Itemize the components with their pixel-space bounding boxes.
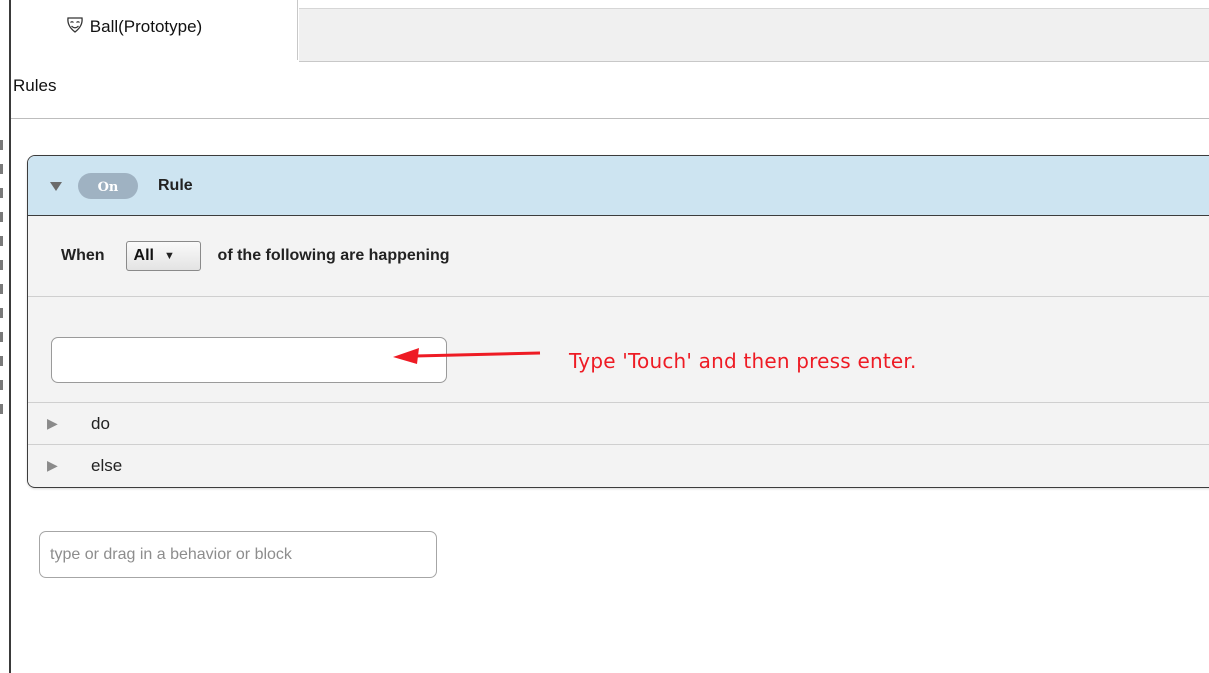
- rule-title: Rule: [158, 176, 193, 194]
- condition-input[interactable]: [51, 337, 447, 383]
- panel-left-border: [9, 0, 11, 673]
- condition-header: When All ▼ of the following are happenin…: [28, 216, 1209, 297]
- section-title: Rules: [13, 76, 57, 95]
- else-label: else: [91, 455, 123, 475]
- tab-label: Ball(Prototype): [89, 17, 203, 36]
- else-section[interactable]: ▶ else: [28, 444, 1209, 486]
- splitter-grip[interactable]: [0, 140, 3, 420]
- add-behavior-input[interactable]: [39, 531, 437, 578]
- annotation-arrow-icon: [393, 348, 541, 364]
- do-label: do: [91, 413, 110, 433]
- tab-bar-empty-area: [299, 8, 1209, 62]
- mask-icon: [66, 16, 84, 39]
- condition-area: Type 'Touch' and then press enter.: [28, 297, 1209, 402]
- when-suffix-label: of the following are happening: [217, 247, 450, 264]
- triangle-down-icon[interactable]: [49, 179, 63, 193]
- when-label: When: [61, 247, 105, 264]
- tab-ball-prototype[interactable]: Ball(Prototype): [11, 0, 298, 60]
- triangle-right-icon[interactable]: ▶: [47, 457, 61, 474]
- triangle-right-icon[interactable]: ▶: [47, 415, 61, 432]
- match-mode-value: All: [133, 247, 154, 264]
- annotation-text: Type 'Touch' and then press enter.: [569, 349, 917, 373]
- rule-card: On Rule When All ▼ of the following are …: [27, 155, 1209, 488]
- do-section[interactable]: ▶ do: [28, 402, 1209, 444]
- rule-header: On Rule: [28, 156, 1209, 216]
- chevron-down-icon: ▼: [164, 250, 175, 262]
- divider: [11, 118, 1209, 119]
- match-mode-select[interactable]: All ▼: [125, 241, 201, 271]
- tab-bar: Ball(Prototype): [11, 0, 1209, 62]
- rule-enabled-toggle[interactable]: On: [78, 172, 138, 199]
